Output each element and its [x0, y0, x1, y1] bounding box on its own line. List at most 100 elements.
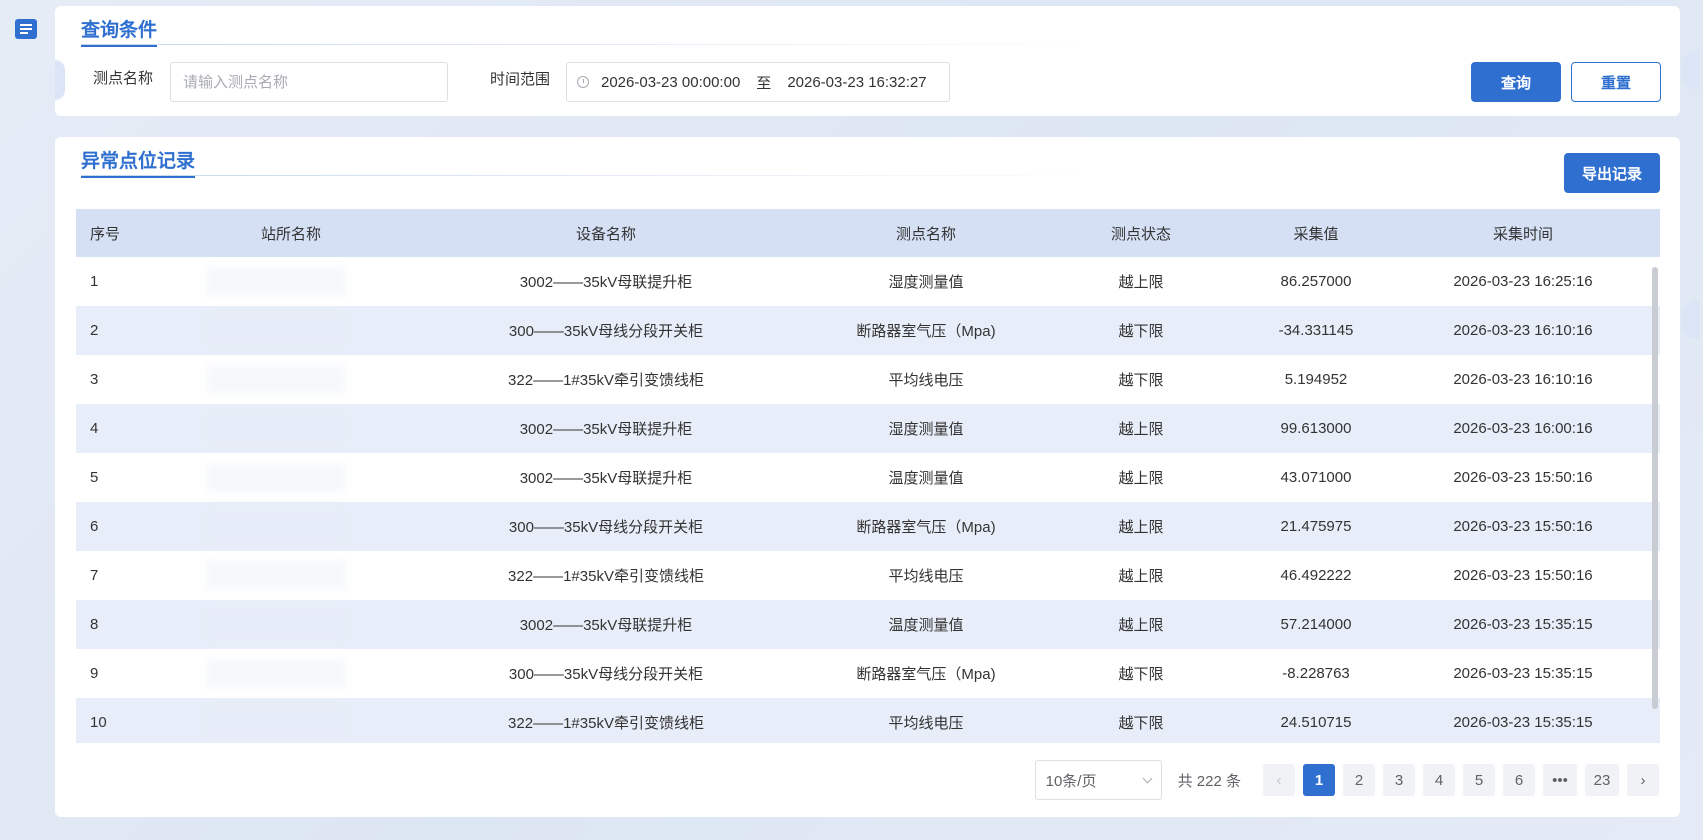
cell-no: 8	[90, 616, 99, 633]
time-end-value[interactable]: 2026-03-23 16:32:27	[787, 74, 926, 91]
cell-value: 86.257000	[1280, 273, 1352, 290]
page-size-value: 10条/页	[1045, 772, 1097, 790]
cell-value: 21.475975	[1280, 518, 1352, 535]
cell-no: 9	[90, 665, 99, 682]
cell-status: 越下限	[1118, 323, 1164, 340]
table-row[interactable]: 3 322——1#35kV牵引变馈线柜 平均线电压 越下限 5.194952 2026-0…	[76, 355, 1660, 404]
right-collapse-tab[interactable]	[1681, 50, 1699, 90]
point-name-label: 测点名称	[93, 70, 154, 87]
page-number[interactable]: 23	[1585, 764, 1619, 796]
cell-station	[186, 355, 396, 404]
cell-value: -34.331145	[1278, 322, 1354, 339]
table-row[interactable]: 10 322——1#35kV牵引变馈线柜 平均线电压 越下限 24.510715 2026…	[76, 698, 1660, 743]
cell-device: 322——1#35kV牵引变馈线柜	[508, 372, 704, 389]
cell-time: 2026-03-23 16:25:16	[1453, 273, 1593, 290]
table-row[interactable]: 5 3002——35kV母联提升柜 温度测量值 越上限 43.071000 2026-03…	[76, 453, 1660, 502]
cell-station	[186, 257, 396, 306]
records-panel-title: 异常点位记录	[81, 146, 196, 178]
page-number[interactable]: 1	[1303, 764, 1335, 796]
column-header: 测点名称	[895, 225, 956, 243]
cell-value: -8.228763	[1282, 665, 1350, 682]
menu-toggle-icon[interactable]	[15, 19, 37, 39]
page-number[interactable]: 2	[1343, 764, 1375, 796]
cell-status: 越下限	[1118, 666, 1164, 683]
cell-no: 3	[90, 371, 99, 388]
cell-value: 5.194952	[1284, 371, 1348, 388]
cell-device: 3002——35kV母联提升柜	[519, 274, 693, 291]
cell-point: 湿度测量值	[888, 421, 964, 438]
right-collapse-tab[interactable]	[1681, 300, 1699, 340]
cell-time: 2026-03-23 16:00:16	[1453, 420, 1593, 437]
records-table: 序号 站所名称 设备名称 测点名称 测点状态 采集值 采集时间 1 3002——3…	[76, 209, 1660, 743]
page-number[interactable]: 3	[1383, 764, 1415, 796]
point-name-input[interactable]	[171, 63, 447, 101]
table-row[interactable]: 1 3002——35kV母联提升柜 湿度测量值 越上限 86.257000 2026-03…	[76, 257, 1660, 306]
table-row[interactable]: 9 300——35kV母线分段开关柜 断路器室气压（Mpa) 越下限 -8.228763…	[76, 649, 1660, 698]
cell-time: 2026-03-23 15:50:16	[1453, 469, 1593, 486]
table-header: 序号 站所名称 设备名称 测点名称 测点状态 采集值 采集时间	[76, 209, 1660, 257]
table-row[interactable]: 8 3002——35kV母联提升柜 温度测量值 越上限 57.214000 2026-03…	[76, 600, 1660, 649]
cell-value: 57.214000	[1280, 616, 1352, 633]
cell-value: 99.613000	[1280, 420, 1352, 437]
cell-station	[186, 404, 396, 453]
cell-time: 2026-03-23 16:10:16	[1453, 322, 1593, 339]
column-header: 设备名称	[575, 225, 636, 243]
cell-value: 43.071000	[1280, 469, 1352, 486]
cell-point: 平均线电压	[888, 715, 964, 732]
cell-device: 322——1#35kV牵引变馈线柜	[508, 715, 704, 732]
cell-device: 300——35kV母线分段开关柜	[508, 323, 704, 340]
search-button[interactable]: 查询	[1471, 62, 1561, 102]
cell-no: 4	[90, 420, 99, 437]
cell-status: 越下限	[1118, 715, 1164, 732]
vertical-scrollbar[interactable]	[1652, 267, 1658, 709]
cell-time: 2026-03-23 15:35:15	[1453, 616, 1593, 633]
cell-device: 300——35kV母线分段开关柜	[508, 666, 704, 683]
query-panel-title: 查询条件	[81, 15, 158, 47]
export-records-button[interactable]: 导出记录	[1564, 153, 1660, 193]
cell-status: 越上限	[1118, 568, 1164, 585]
prev-page-icon[interactable]: ‹	[1263, 764, 1295, 796]
time-range-separator: 至	[756, 74, 772, 92]
cell-device: 322——1#35kV牵引变馈线柜	[508, 568, 704, 585]
cell-no: 2	[90, 322, 99, 339]
cell-status: 越上限	[1118, 470, 1164, 487]
chevron-down-icon	[1142, 773, 1153, 783]
cell-station	[186, 306, 396, 355]
page-number[interactable]: 4	[1423, 764, 1455, 796]
reset-button[interactable]: 重置	[1571, 62, 1661, 102]
cell-device: 300——35kV母线分段开关柜	[508, 519, 704, 536]
title-divider	[81, 175, 1121, 176]
time-range-picker[interactable]: 2026-03-23 00:00:00 至 2026-03-23 16:32:2…	[566, 62, 950, 102]
cell-no: 10	[90, 714, 107, 731]
cell-device: 3002——35kV母联提升柜	[519, 617, 693, 634]
cell-no: 1	[90, 273, 99, 290]
table-row[interactable]: 6 300——35kV母线分段开关柜 断路器室气压（Mpa) 越上限 21.475975…	[76, 502, 1660, 551]
next-page-icon[interactable]: ›	[1627, 764, 1659, 796]
cell-no: 6	[90, 518, 99, 535]
time-start-value[interactable]: 2026-03-23 00:00:00	[601, 74, 740, 91]
cell-station	[186, 600, 396, 649]
page-number[interactable]: 6	[1503, 764, 1535, 796]
cell-point: 湿度测量值	[888, 274, 964, 291]
time-range-label: 时间范围	[490, 71, 551, 88]
page-number[interactable]: 5	[1463, 764, 1495, 796]
column-header: 站所名称	[260, 225, 321, 243]
page-size-select[interactable]: 10条/页	[1034, 760, 1162, 800]
cell-status: 越下限	[1118, 372, 1164, 389]
table-row[interactable]: 2 300——35kV母线分段开关柜 断路器室气压（Mpa) 越下限 -34.33114…	[76, 306, 1660, 355]
side-collapse-tab[interactable]	[55, 60, 65, 100]
cell-status: 越上限	[1118, 274, 1164, 291]
cell-status: 越上限	[1118, 519, 1164, 536]
point-name-field[interactable]	[170, 62, 448, 102]
cell-station	[186, 698, 396, 743]
cell-station	[186, 502, 396, 551]
cell-time: 2026-03-23 15:35:15	[1453, 714, 1593, 731]
more-pages-icon[interactable]: •••	[1543, 764, 1577, 796]
table-row[interactable]: 4 3002——35kV母联提升柜 湿度测量值 越上限 99.613000 2026-03…	[76, 404, 1660, 453]
table-row[interactable]: 7 322——1#35kV牵引变馈线柜 平均线电压 越上限 46.492222 2026-…	[76, 551, 1660, 600]
column-header: 测点状态	[1110, 225, 1171, 243]
cell-point: 平均线电压	[888, 372, 964, 389]
query-panel: 查询条件 测点名称 时间范围 2026-03-23 00:00:00 至 202…	[55, 6, 1680, 116]
cell-station	[186, 649, 396, 698]
cell-point: 断路器室气压（Mpa)	[856, 519, 996, 536]
